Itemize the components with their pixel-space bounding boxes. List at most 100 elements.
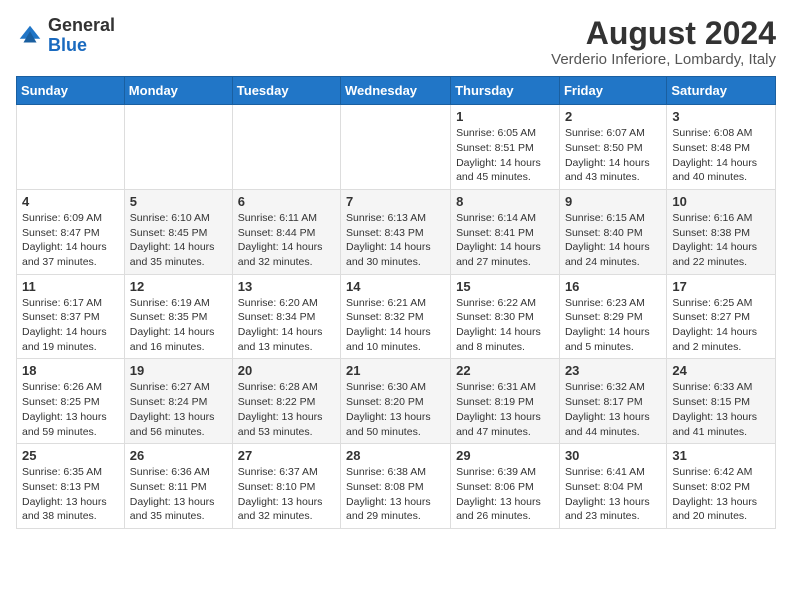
logo-general: General [48, 15, 115, 35]
day-info: Sunrise: 6:21 AMSunset: 8:32 PMDaylight:… [346, 296, 445, 355]
day-cell: 13 Sunrise: 6:20 AMSunset: 8:34 PMDayligh… [232, 274, 340, 359]
day-cell: 18 Sunrise: 6:26 AMSunset: 8:25 PMDayligh… [17, 359, 125, 444]
day-info: Sunrise: 6:11 AMSunset: 8:44 PMDaylight:… [238, 211, 335, 270]
day-cell: 7Sunrise: 6:13 AMSunset: 8:43 PMDaylight… [341, 189, 451, 274]
day-number: 13 [238, 279, 335, 294]
title-area: August 2024 Verderio Inferiore, Lombardy… [551, 16, 776, 68]
day-cell: 21Sunrise: 6:30 AMSunset: 8:20 PMDayligh… [341, 359, 451, 444]
day-info: Sunrise: 6:19 AMSunset: 8:35 PMDaylight:… [130, 296, 227, 355]
day-number: 17 [672, 279, 770, 294]
day-cell: 11 Sunrise: 6:17 AMSunset: 8:37 PMDayligh… [17, 274, 125, 359]
day-cell [232, 105, 340, 190]
day-info: Sunrise: 6:23 AMSunset: 8:29 PMDaylight:… [565, 296, 661, 355]
weekday-header-friday: Friday [559, 77, 666, 105]
day-number: 15 [456, 279, 554, 294]
day-info: Sunrise: 6:05 AMSunset: 8:51 PMDaylight:… [456, 126, 554, 185]
day-info: Sunrise: 6:17 AMSunset: 8:37 PMDaylight:… [22, 296, 119, 355]
day-cell: 25 Sunrise: 6:35 AMSunset: 8:13 PMDayligh… [17, 444, 125, 529]
weekday-header-row: SundayMondayTuesdayWednesdayThursdayFrid… [17, 77, 776, 105]
weekday-header-thursday: Thursday [451, 77, 560, 105]
day-info: Sunrise: 6:27 AMSunset: 8:24 PMDaylight:… [130, 380, 227, 439]
week-row-2: 4 Sunrise: 6:09 AMSunset: 8:47 PMDaylight… [17, 189, 776, 274]
day-info: Sunrise: 6:14 AMSunset: 8:41 PMDaylight:… [456, 211, 554, 270]
day-cell: 14 Sunrise: 6:21 AMSunset: 8:32 PMDayligh… [341, 274, 451, 359]
day-cell: 28 Sunrise: 6:38 AMSunset: 8:08 PMDayligh… [341, 444, 451, 529]
day-info: Sunrise: 6:41 AMSunset: 8:04 PMDaylight:… [565, 465, 661, 524]
weekday-header-tuesday: Tuesday [232, 77, 340, 105]
day-number: 24 [672, 363, 770, 378]
day-cell [341, 105, 451, 190]
day-cell: 10Sunrise: 6:16 AMSunset: 8:38 PMDayligh… [667, 189, 776, 274]
day-number: 25 [22, 448, 119, 463]
day-cell: 24 Sunrise: 6:33 AMSunset: 8:15 PMDayligh… [667, 359, 776, 444]
day-info: Sunrise: 6:20 AMSunset: 8:34 PMDaylight:… [238, 296, 335, 355]
day-number: 6 [238, 194, 335, 209]
day-info: Sunrise: 6:26 AMSunset: 8:25 PMDaylight:… [22, 380, 119, 439]
weekday-header-saturday: Saturday [667, 77, 776, 105]
week-row-1: 1Sunrise: 6:05 AMSunset: 8:51 PMDaylight… [17, 105, 776, 190]
day-number: 16 [565, 279, 661, 294]
day-number: 28 [346, 448, 445, 463]
day-info: Sunrise: 6:37 AMSunset: 8:10 PMDaylight:… [238, 465, 335, 524]
day-number: 8 [456, 194, 554, 209]
day-number: 4 [22, 194, 119, 209]
day-cell: 5 Sunrise: 6:10 AMSunset: 8:45 PMDaylight… [124, 189, 232, 274]
day-info: Sunrise: 6:42 AMSunset: 8:02 PMDaylight:… [672, 465, 770, 524]
day-info: Sunrise: 6:09 AMSunset: 8:47 PMDaylight:… [22, 211, 119, 270]
weekday-header-wednesday: Wednesday [341, 77, 451, 105]
week-row-4: 18 Sunrise: 6:26 AMSunset: 8:25 PMDayligh… [17, 359, 776, 444]
day-info: Sunrise: 6:39 AMSunset: 8:06 PMDaylight:… [456, 465, 554, 524]
day-cell [124, 105, 232, 190]
month-year-title: August 2024 [551, 16, 776, 51]
day-number: 2 [565, 109, 661, 124]
day-number: 23 [565, 363, 661, 378]
day-cell: 30Sunrise: 6:41 AMSunset: 8:04 PMDayligh… [559, 444, 666, 529]
day-info: Sunrise: 6:10 AMSunset: 8:45 PMDaylight:… [130, 211, 227, 270]
day-cell: 22Sunrise: 6:31 AMSunset: 8:19 PMDayligh… [451, 359, 560, 444]
logo: General Blue [16, 16, 115, 56]
day-number: 27 [238, 448, 335, 463]
day-cell [17, 105, 125, 190]
day-cell: 6 Sunrise: 6:11 AMSunset: 8:44 PMDaylight… [232, 189, 340, 274]
day-info: Sunrise: 6:30 AMSunset: 8:20 PMDaylight:… [346, 380, 445, 439]
day-info: Sunrise: 6:36 AMSunset: 8:11 PMDaylight:… [130, 465, 227, 524]
day-info: Sunrise: 6:33 AMSunset: 8:15 PMDaylight:… [672, 380, 770, 439]
day-info: Sunrise: 6:07 AMSunset: 8:50 PMDaylight:… [565, 126, 661, 185]
day-number: 18 [22, 363, 119, 378]
day-number: 3 [672, 109, 770, 124]
weekday-header-monday: Monday [124, 77, 232, 105]
location-subtitle: Verderio Inferiore, Lombardy, Italy [551, 51, 776, 68]
logo-icon [16, 22, 44, 50]
day-number: 5 [130, 194, 227, 209]
day-cell: 15 Sunrise: 6:22 AMSunset: 8:30 PMDayligh… [451, 274, 560, 359]
day-number: 31 [672, 448, 770, 463]
weekday-header-sunday: Sunday [17, 77, 125, 105]
day-cell: 19 Sunrise: 6:27 AMSunset: 8:24 PMDayligh… [124, 359, 232, 444]
day-info: Sunrise: 6:32 AMSunset: 8:17 PMDaylight:… [565, 380, 661, 439]
day-number: 12 [130, 279, 227, 294]
day-info: Sunrise: 6:15 AMSunset: 8:40 PMDaylight:… [565, 211, 661, 270]
day-number: 14 [346, 279, 445, 294]
day-cell: 23 Sunrise: 6:32 AMSunset: 8:17 PMDayligh… [559, 359, 666, 444]
day-cell: 3 Sunrise: 6:08 AMSunset: 8:48 PMDaylight… [667, 105, 776, 190]
week-row-3: 11 Sunrise: 6:17 AMSunset: 8:37 PMDayligh… [17, 274, 776, 359]
day-cell: 29Sunrise: 6:39 AMSunset: 8:06 PMDayligh… [451, 444, 560, 529]
day-info: Sunrise: 6:08 AMSunset: 8:48 PMDaylight:… [672, 126, 770, 185]
day-cell: 31 Sunrise: 6:42 AMSunset: 8:02 PMDayligh… [667, 444, 776, 529]
day-info: Sunrise: 6:22 AMSunset: 8:30 PMDaylight:… [456, 296, 554, 355]
day-info: Sunrise: 6:35 AMSunset: 8:13 PMDaylight:… [22, 465, 119, 524]
day-cell: 2 Sunrise: 6:07 AMSunset: 8:50 PMDaylight… [559, 105, 666, 190]
day-cell: 20Sunrise: 6:28 AMSunset: 8:22 PMDayligh… [232, 359, 340, 444]
day-number: 11 [22, 279, 119, 294]
day-cell: 4 Sunrise: 6:09 AMSunset: 8:47 PMDaylight… [17, 189, 125, 274]
day-cell: 17Sunrise: 6:25 AMSunset: 8:27 PMDayligh… [667, 274, 776, 359]
day-cell: 1Sunrise: 6:05 AMSunset: 8:51 PMDaylight… [451, 105, 560, 190]
day-info: Sunrise: 6:38 AMSunset: 8:08 PMDaylight:… [346, 465, 445, 524]
calendar: SundayMondayTuesdayWednesdayThursdayFrid… [16, 76, 776, 529]
day-cell: 27 Sunrise: 6:37 AMSunset: 8:10 PMDayligh… [232, 444, 340, 529]
day-number: 19 [130, 363, 227, 378]
logo-text: General Blue [48, 16, 115, 56]
day-number: 9 [565, 194, 661, 209]
day-cell: 12 Sunrise: 6:19 AMSunset: 8:35 PMDayligh… [124, 274, 232, 359]
day-cell: 16 Sunrise: 6:23 AMSunset: 8:29 PMDayligh… [559, 274, 666, 359]
